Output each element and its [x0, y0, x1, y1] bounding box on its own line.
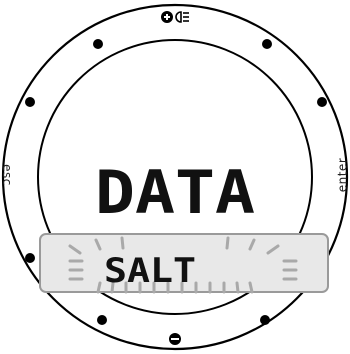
bezel-dot — [97, 315, 107, 325]
sub-display-text: SALT — [104, 251, 196, 291]
bezel-dot — [25, 97, 35, 107]
watch-face: DATA SALT esc enter — [0, 0, 350, 354]
bezel-dot — [93, 39, 103, 49]
bezel-dot — [262, 39, 272, 49]
enter-button[interactable]: enter — [336, 158, 350, 193]
watch-bezel-graphic: DATA SALT — [1, 3, 349, 351]
bezel-dot — [317, 97, 327, 107]
esc-button[interactable]: esc — [0, 164, 14, 186]
main-display-text: DATA — [95, 158, 255, 228]
bezel-dot — [260, 315, 270, 325]
light-icon — [175, 11, 189, 23]
bezel-dot — [25, 253, 35, 263]
plus-light-button[interactable] — [161, 11, 189, 23]
minus-button[interactable] — [169, 333, 181, 345]
